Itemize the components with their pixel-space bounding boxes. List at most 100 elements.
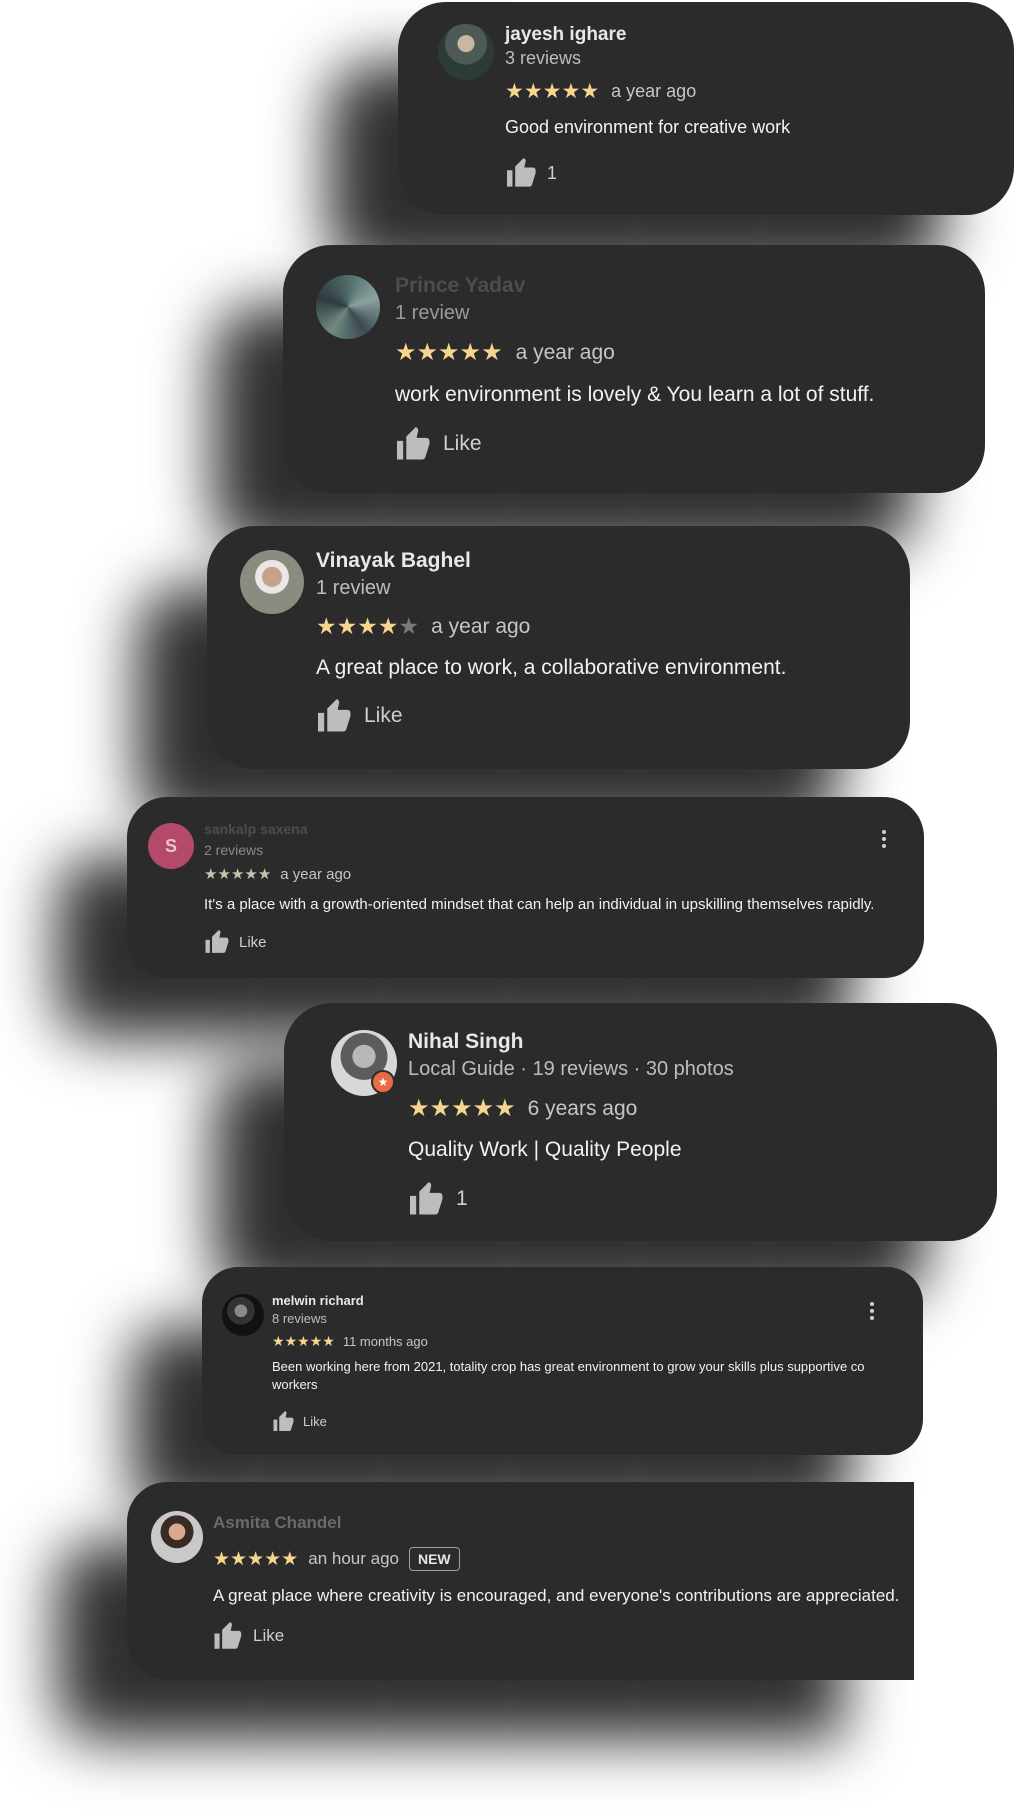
reviewer-name[interactable]: Nihal Singh xyxy=(408,1030,524,1054)
reviewer-avatar[interactable] xyxy=(316,275,380,339)
star-icon: ★ xyxy=(580,80,600,103)
star-icon: ★ xyxy=(451,1095,473,1122)
thumbs-up-icon xyxy=(213,1622,244,1650)
review-card: S sankalp saxena 2 reviews ★ ★ ★ ★ ★ a y… xyxy=(127,797,924,978)
star-icon: ★ xyxy=(357,613,378,639)
star-icon: ★ xyxy=(429,1095,452,1122)
star-icon: ★ xyxy=(459,339,482,366)
star-icon: ★ xyxy=(264,1548,282,1570)
thumbs-up-icon xyxy=(505,158,539,188)
review-time: a year ago xyxy=(515,340,615,364)
review-rating: ★ ★ ★ ★ ★ a year ago xyxy=(505,79,696,104)
review-text: It's a place with a growth-oriented mind… xyxy=(204,896,875,913)
star-icon: ★ xyxy=(284,1333,298,1349)
star-icon: ★ xyxy=(297,1333,310,1349)
reviewer-meta: 8 reviews xyxy=(272,1311,327,1326)
reviewer-avatar[interactable] xyxy=(438,24,494,80)
star-icon: ★ xyxy=(481,339,503,366)
reviewer-avatar[interactable] xyxy=(222,1294,264,1336)
star-icon: ★ xyxy=(230,1548,248,1570)
star-rating: ★ ★ ★ ★ ★ xyxy=(505,79,599,104)
avatar-letter: S xyxy=(164,835,177,856)
like-label: Like xyxy=(364,704,403,727)
reviewer-meta: 3 reviews xyxy=(505,48,582,68)
star-icon: ★ xyxy=(408,1095,430,1122)
star-icon: ★ xyxy=(494,1095,516,1122)
thumbs-up-icon xyxy=(408,1182,446,1216)
reviewer-name[interactable]: jayesh ighare xyxy=(505,24,626,46)
reviewer-meta: Local Guide · 19 reviews · 30 photos xyxy=(408,1058,734,1080)
like-button[interactable]: Like xyxy=(204,930,267,954)
review-rating: ★ ★ ★ ★ ★ 6 years ago xyxy=(408,1094,637,1123)
review-time: a year ago xyxy=(431,614,531,638)
reviewer-name[interactable]: melwin richard xyxy=(272,1293,364,1308)
star-icon: ★ xyxy=(257,866,272,883)
like-button[interactable]: Like xyxy=(395,427,482,461)
star-rating: ★ ★ ★ ★ ★ xyxy=(316,613,419,640)
star-icon: ★ xyxy=(377,613,399,639)
star-icon: ★ xyxy=(309,1333,323,1349)
review-text: Quality Work | Quality People xyxy=(408,1138,682,1161)
star-icon: ★ xyxy=(230,866,245,883)
star-icon: ★ xyxy=(472,1095,495,1122)
thumbs-up-icon xyxy=(204,930,231,954)
star-icon: ★ xyxy=(523,80,543,103)
like-button[interactable]: Like xyxy=(213,1622,284,1650)
star-rating: ★ ★ ★ ★ ★ xyxy=(204,865,271,883)
review-text: work environment is lovely & You learn a… xyxy=(395,383,875,406)
review-text-line: workers xyxy=(272,1377,318,1392)
new-badge: NEW xyxy=(408,1547,460,1571)
star-icon: ★ xyxy=(281,1548,299,1570)
review-card: Asmita Chandel ★ ★ ★ ★ ★ an hour ago NEW… xyxy=(127,1482,914,1680)
like-label: Like xyxy=(253,1626,285,1645)
reviewer-avatar[interactable]: S xyxy=(148,823,194,869)
star-rating: ★ ★ ★ ★ ★ xyxy=(272,1333,335,1350)
like-button[interactable]: 1 xyxy=(408,1182,468,1216)
more-options-icon[interactable] xyxy=(870,1302,876,1323)
like-label: Like xyxy=(303,1414,327,1429)
reviewer-meta: 1 review xyxy=(395,302,470,324)
like-count: 1 xyxy=(456,1187,468,1210)
star-icon: ★ xyxy=(438,339,460,366)
review-rating: ★ ★ ★ ★ ★ a year ago xyxy=(204,865,352,884)
reviewer-meta: 1 review xyxy=(316,577,391,599)
thumbs-up-icon xyxy=(395,427,433,461)
reviewer-name[interactable]: Prince Yadav xyxy=(395,274,525,298)
star-icon: ★ xyxy=(336,613,358,639)
star-icon: ★ xyxy=(272,1333,285,1349)
thumbs-up-icon xyxy=(272,1411,296,1432)
reviewer-name[interactable]: sankalp saxena xyxy=(204,821,308,837)
review-time: 6 years ago xyxy=(527,1096,638,1120)
star-icon: ★ xyxy=(322,1333,335,1349)
review-text: Good environment for creative work xyxy=(505,117,791,137)
review-text: A great place to work, a collaborative e… xyxy=(316,656,787,679)
review-text: A great place where creativity is encour… xyxy=(213,1586,900,1605)
star-icon: ★ xyxy=(505,80,524,103)
review-card: Prince Yadav 1 review ★ ★ ★ ★ ★ a year a… xyxy=(283,245,985,493)
review-card: ★ Nihal Singh Local Guide · 19 reviews ·… xyxy=(284,1003,997,1241)
like-button[interactable]: Like xyxy=(272,1411,327,1432)
reviewer-name[interactable]: Vinayak Baghel xyxy=(316,549,471,573)
more-options-icon[interactable] xyxy=(882,830,888,851)
review-time: an hour ago xyxy=(308,1549,399,1568)
star-icon: ★ xyxy=(247,1548,265,1570)
review-time: 11 months ago xyxy=(342,1334,428,1349)
like-button[interactable]: Like xyxy=(316,699,403,733)
thumbs-up-icon xyxy=(316,699,354,733)
star-icon: ★ xyxy=(316,613,337,639)
review-time: a year ago xyxy=(280,865,352,883)
star-icon: ★ xyxy=(416,339,439,366)
star-rating: ★ ★ ★ ★ ★ xyxy=(213,1548,298,1571)
review-card: Vinayak Baghel 1 review ★ ★ ★ ★ ★ a year… xyxy=(207,526,910,769)
star-icon: ★ xyxy=(244,866,258,883)
like-label: Like xyxy=(443,432,482,455)
reviewer-name[interactable]: Asmita Chandel xyxy=(213,1513,341,1533)
star-rating: ★ ★ ★ ★ ★ xyxy=(408,1094,516,1123)
review-time: a year ago xyxy=(611,81,697,101)
review-card: melwin richard 8 reviews ★ ★ ★ ★ ★ 11 mo… xyxy=(202,1267,923,1455)
reviewer-avatar[interactable] xyxy=(240,550,304,614)
like-count: 1 xyxy=(547,162,558,183)
like-button[interactable]: 1 xyxy=(505,158,557,188)
reviewer-avatar[interactable] xyxy=(151,1511,203,1563)
star-icon: ★ xyxy=(204,866,218,883)
